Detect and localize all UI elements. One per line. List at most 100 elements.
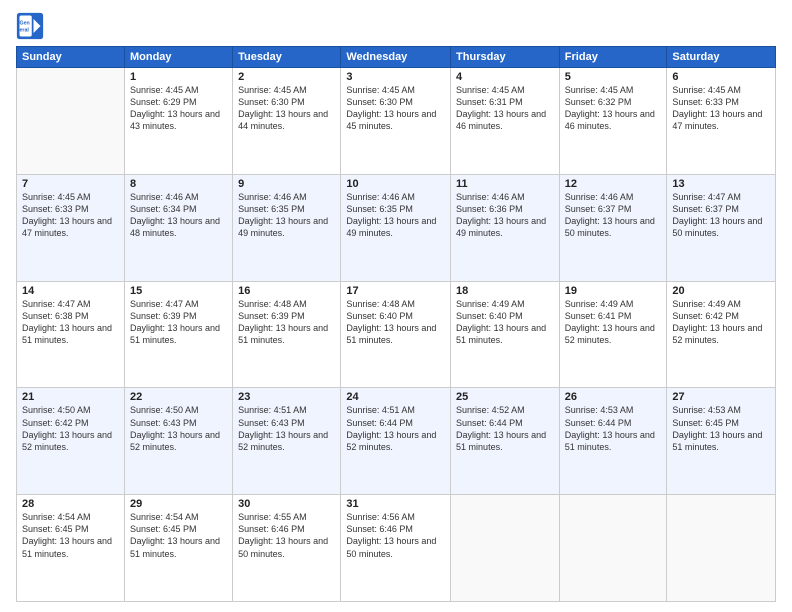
cell-info: Sunrise: 4:45 AM Sunset: 6:29 PM Dayligh… [130, 84, 227, 133]
calendar-cell: 22Sunrise: 4:50 AM Sunset: 6:43 PM Dayli… [124, 388, 232, 495]
calendar-cell: 12Sunrise: 4:46 AM Sunset: 6:37 PM Dayli… [559, 174, 667, 281]
cell-date: 17 [346, 285, 445, 297]
cell-date: 3 [346, 71, 445, 83]
cell-info: Sunrise: 4:45 AM Sunset: 6:33 PM Dayligh… [22, 191, 119, 240]
cell-date: 20 [672, 285, 770, 297]
cell-date: 11 [456, 178, 554, 190]
calendar-cell: 9Sunrise: 4:46 AM Sunset: 6:35 PM Daylig… [233, 174, 341, 281]
cell-date: 1 [130, 71, 227, 83]
cell-info: Sunrise: 4:50 AM Sunset: 6:42 PM Dayligh… [22, 404, 119, 453]
calendar-cell [559, 495, 667, 602]
cell-date: 2 [238, 71, 335, 83]
cell-date: 6 [672, 71, 770, 83]
calendar-cell: 30Sunrise: 4:55 AM Sunset: 6:46 PM Dayli… [233, 495, 341, 602]
day-header-sunday: Sunday [17, 47, 125, 68]
cell-info: Sunrise: 4:51 AM Sunset: 6:44 PM Dayligh… [346, 404, 445, 453]
cell-info: Sunrise: 4:45 AM Sunset: 6:31 PM Dayligh… [456, 84, 554, 133]
cell-info: Sunrise: 4:47 AM Sunset: 6:39 PM Dayligh… [130, 298, 227, 347]
cell-info: Sunrise: 4:49 AM Sunset: 6:41 PM Dayligh… [565, 298, 662, 347]
calendar-cell [451, 495, 560, 602]
day-header-friday: Friday [559, 47, 667, 68]
cell-info: Sunrise: 4:55 AM Sunset: 6:46 PM Dayligh… [238, 511, 335, 560]
cell-date: 10 [346, 178, 445, 190]
cell-date: 24 [346, 391, 445, 403]
calendar-cell: 29Sunrise: 4:54 AM Sunset: 6:45 PM Dayli… [124, 495, 232, 602]
calendar-cell: 10Sunrise: 4:46 AM Sunset: 6:35 PM Dayli… [341, 174, 451, 281]
calendar-cell: 16Sunrise: 4:48 AM Sunset: 6:39 PM Dayli… [233, 281, 341, 388]
cell-date: 30 [238, 498, 335, 510]
cell-info: Sunrise: 4:47 AM Sunset: 6:37 PM Dayligh… [672, 191, 770, 240]
logo: Gen eral [16, 12, 48, 40]
cell-info: Sunrise: 4:50 AM Sunset: 6:43 PM Dayligh… [130, 404, 227, 453]
calendar-cell: 19Sunrise: 4:49 AM Sunset: 6:41 PM Dayli… [559, 281, 667, 388]
calendar-cell: 26Sunrise: 4:53 AM Sunset: 6:44 PM Dayli… [559, 388, 667, 495]
cell-info: Sunrise: 4:46 AM Sunset: 6:37 PM Dayligh… [565, 191, 662, 240]
cell-info: Sunrise: 4:54 AM Sunset: 6:45 PM Dayligh… [22, 511, 119, 560]
day-header-monday: Monday [124, 47, 232, 68]
cell-info: Sunrise: 4:49 AM Sunset: 6:40 PM Dayligh… [456, 298, 554, 347]
calendar-week-row: 7Sunrise: 4:45 AM Sunset: 6:33 PM Daylig… [17, 174, 776, 281]
cell-info: Sunrise: 4:46 AM Sunset: 6:36 PM Dayligh… [456, 191, 554, 240]
svg-text:eral: eral [20, 27, 30, 33]
calendar-table: SundayMondayTuesdayWednesdayThursdayFrid… [16, 46, 776, 602]
calendar-week-row: 21Sunrise: 4:50 AM Sunset: 6:42 PM Dayli… [17, 388, 776, 495]
cell-date: 18 [456, 285, 554, 297]
calendar-cell: 7Sunrise: 4:45 AM Sunset: 6:33 PM Daylig… [17, 174, 125, 281]
logo-icon: Gen eral [16, 12, 44, 40]
calendar-cell [17, 68, 125, 175]
calendar-cell: 15Sunrise: 4:47 AM Sunset: 6:39 PM Dayli… [124, 281, 232, 388]
cell-date: 27 [672, 391, 770, 403]
cell-info: Sunrise: 4:49 AM Sunset: 6:42 PM Dayligh… [672, 298, 770, 347]
day-header-saturday: Saturday [667, 47, 776, 68]
cell-info: Sunrise: 4:53 AM Sunset: 6:45 PM Dayligh… [672, 404, 770, 453]
cell-info: Sunrise: 4:45 AM Sunset: 6:30 PM Dayligh… [238, 84, 335, 133]
cell-date: 26 [565, 391, 662, 403]
cell-info: Sunrise: 4:45 AM Sunset: 6:32 PM Dayligh… [565, 84, 662, 133]
cell-date: 12 [565, 178, 662, 190]
calendar-cell: 24Sunrise: 4:51 AM Sunset: 6:44 PM Dayli… [341, 388, 451, 495]
calendar-cell: 18Sunrise: 4:49 AM Sunset: 6:40 PM Dayli… [451, 281, 560, 388]
calendar-cell: 8Sunrise: 4:46 AM Sunset: 6:34 PM Daylig… [124, 174, 232, 281]
cell-date: 4 [456, 71, 554, 83]
cell-info: Sunrise: 4:45 AM Sunset: 6:30 PM Dayligh… [346, 84, 445, 133]
cell-date: 21 [22, 391, 119, 403]
cell-info: Sunrise: 4:51 AM Sunset: 6:43 PM Dayligh… [238, 404, 335, 453]
calendar-cell: 6Sunrise: 4:45 AM Sunset: 6:33 PM Daylig… [667, 68, 776, 175]
cell-date: 23 [238, 391, 335, 403]
calendar-cell: 17Sunrise: 4:48 AM Sunset: 6:40 PM Dayli… [341, 281, 451, 388]
cell-date: 19 [565, 285, 662, 297]
cell-date: 31 [346, 498, 445, 510]
svg-text:Gen: Gen [20, 20, 30, 26]
calendar-cell: 31Sunrise: 4:56 AM Sunset: 6:46 PM Dayli… [341, 495, 451, 602]
cell-date: 9 [238, 178, 335, 190]
calendar-cell: 28Sunrise: 4:54 AM Sunset: 6:45 PM Dayli… [17, 495, 125, 602]
cell-date: 16 [238, 285, 335, 297]
calendar-header-row: SundayMondayTuesdayWednesdayThursdayFrid… [17, 47, 776, 68]
cell-info: Sunrise: 4:53 AM Sunset: 6:44 PM Dayligh… [565, 404, 662, 453]
cell-info: Sunrise: 4:52 AM Sunset: 6:44 PM Dayligh… [456, 404, 554, 453]
calendar-week-row: 14Sunrise: 4:47 AM Sunset: 6:38 PM Dayli… [17, 281, 776, 388]
calendar-cell: 1Sunrise: 4:45 AM Sunset: 6:29 PM Daylig… [124, 68, 232, 175]
cell-info: Sunrise: 4:46 AM Sunset: 6:35 PM Dayligh… [346, 191, 445, 240]
calendar-cell: 21Sunrise: 4:50 AM Sunset: 6:42 PM Dayli… [17, 388, 125, 495]
calendar-week-row: 28Sunrise: 4:54 AM Sunset: 6:45 PM Dayli… [17, 495, 776, 602]
day-header-thursday: Thursday [451, 47, 560, 68]
calendar-cell [667, 495, 776, 602]
cell-date: 28 [22, 498, 119, 510]
cell-date: 5 [565, 71, 662, 83]
day-header-wednesday: Wednesday [341, 47, 451, 68]
cell-info: Sunrise: 4:54 AM Sunset: 6:45 PM Dayligh… [130, 511, 227, 560]
calendar-cell: 25Sunrise: 4:52 AM Sunset: 6:44 PM Dayli… [451, 388, 560, 495]
calendar-cell: 2Sunrise: 4:45 AM Sunset: 6:30 PM Daylig… [233, 68, 341, 175]
calendar-cell: 14Sunrise: 4:47 AM Sunset: 6:38 PM Dayli… [17, 281, 125, 388]
cell-date: 15 [130, 285, 227, 297]
calendar-cell: 3Sunrise: 4:45 AM Sunset: 6:30 PM Daylig… [341, 68, 451, 175]
cell-info: Sunrise: 4:48 AM Sunset: 6:39 PM Dayligh… [238, 298, 335, 347]
cell-info: Sunrise: 4:45 AM Sunset: 6:33 PM Dayligh… [672, 84, 770, 133]
header: Gen eral [16, 12, 776, 40]
cell-date: 29 [130, 498, 227, 510]
cell-info: Sunrise: 4:47 AM Sunset: 6:38 PM Dayligh… [22, 298, 119, 347]
calendar-cell: 20Sunrise: 4:49 AM Sunset: 6:42 PM Dayli… [667, 281, 776, 388]
calendar-cell: 27Sunrise: 4:53 AM Sunset: 6:45 PM Dayli… [667, 388, 776, 495]
cell-date: 25 [456, 391, 554, 403]
